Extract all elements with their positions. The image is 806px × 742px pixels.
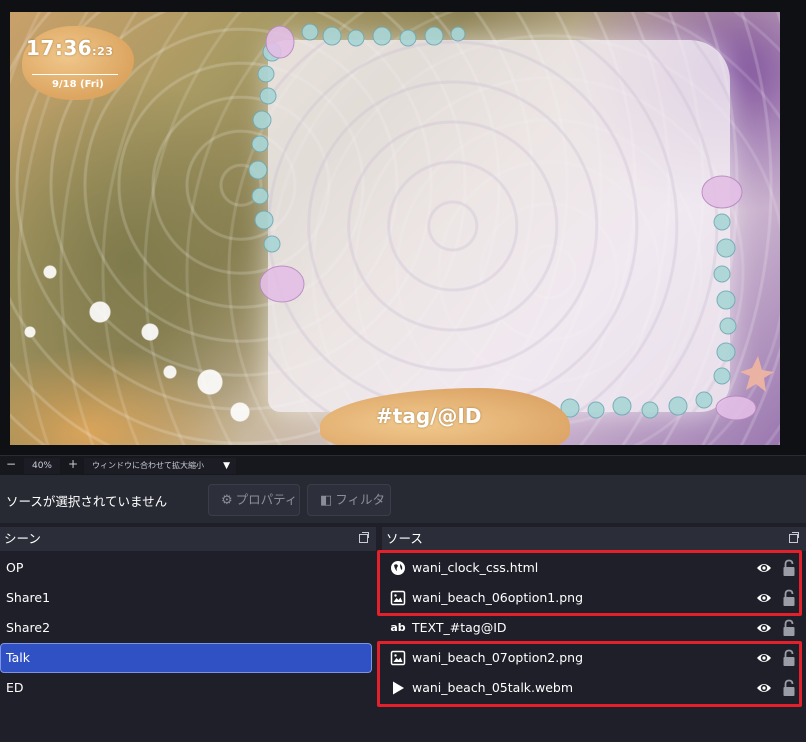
source-item-text-tag[interactable]: ab TEXT_#tag@ID	[382, 613, 806, 643]
scene-item-label: OP	[6, 560, 24, 575]
undock-icon[interactable]	[359, 532, 369, 543]
source-item-label: TEXT_#tag@ID	[412, 620, 507, 635]
scenes-dock-header: シーン	[0, 527, 376, 551]
scene-item-talk[interactable]: Talk	[0, 643, 372, 673]
clock-hours-minutes: 17:36	[26, 36, 93, 60]
highlight-box-bottom	[377, 641, 802, 707]
scene-item-ed[interactable]: ED	[0, 673, 372, 703]
zoom-fit-dropdown[interactable]: ウィンドウに合わせて拡大縮小 ▼	[84, 458, 236, 474]
scene-item-share1[interactable]: Share1	[0, 583, 372, 613]
clock-time: 17:36:23	[26, 36, 113, 60]
scene-item-label: Share2	[6, 620, 51, 635]
scene-item-label: ED	[6, 680, 24, 695]
gear-icon: ⚙	[221, 493, 233, 508]
scene-item-label: Talk	[6, 650, 30, 665]
highlight-box-top	[377, 550, 802, 616]
lock-icon[interactable]	[782, 619, 796, 637]
filters-button[interactable]: ◧ フィルタ	[307, 484, 391, 516]
sources-dock-title: ソース	[386, 531, 423, 546]
chevron-down-icon: ▼	[223, 461, 230, 471]
zoom-fit-label: ウィンドウに合わせて拡大縮小	[92, 461, 204, 470]
zoom-in-button[interactable]: +	[68, 457, 78, 471]
scene-item-label: Share1	[6, 590, 51, 605]
no-source-selected-text: ソースが選択されていません	[6, 494, 168, 509]
context-bar: ソースが選択されていません ⚙ プロパティ ◧ フィルタ	[0, 475, 806, 523]
undock-icon[interactable]	[789, 532, 799, 543]
clock-divider	[32, 74, 118, 75]
zoom-out-button[interactable]: −	[6, 457, 16, 471]
clock-date: 9/18 (Fri)	[52, 79, 104, 90]
filters-label: フィルタ	[335, 492, 386, 507]
properties-button[interactable]: ⚙ プロパティ	[208, 484, 300, 516]
zoom-level[interactable]: 40%	[24, 458, 60, 474]
scenes-dock-title: シーン	[4, 531, 41, 546]
preview-area[interactable]: 17:36:23 9/18 (Fri) #tag/@ID	[0, 0, 806, 455]
preview-canvas[interactable]: 17:36:23 9/18 (Fri) #tag/@ID	[10, 12, 780, 445]
text-ab-icon: ab	[390, 621, 406, 634]
eye-icon[interactable]	[756, 621, 772, 635]
filter-icon: ◧	[320, 493, 333, 508]
properties-label: プロパティ	[235, 492, 298, 507]
scene-item-op[interactable]: OP	[0, 553, 372, 583]
scenes-list: OP Share1 Share2 Talk ED	[0, 551, 376, 742]
clock-seconds: 23	[97, 45, 114, 58]
scene-item-share2[interactable]: Share2	[0, 613, 372, 643]
sources-dock-header: ソース	[382, 527, 806, 551]
tag-text: #tag/@ID	[376, 404, 482, 428]
zoom-bar: − 40% + ウィンドウに合わせて拡大縮小 ▼	[0, 455, 806, 475]
